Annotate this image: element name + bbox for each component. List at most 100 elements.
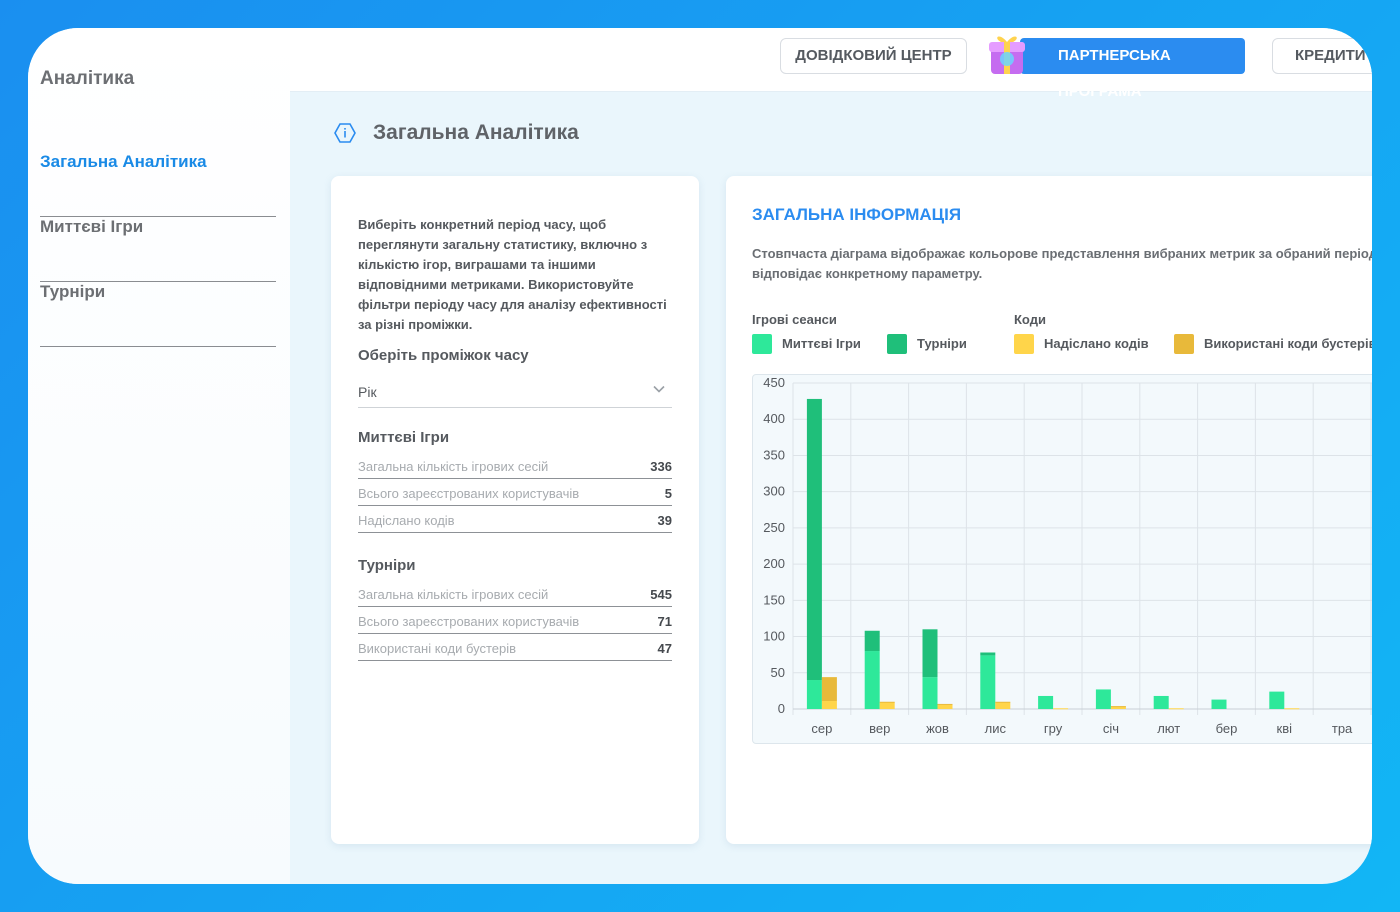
sidebar-item-label: Загальна Аналітика bbox=[40, 152, 207, 171]
page-title: Загальна Аналітика bbox=[373, 121, 579, 144]
bar bbox=[879, 702, 895, 709]
x-tick-label: гру bbox=[1044, 721, 1063, 736]
y-tick-label: 350 bbox=[763, 447, 785, 462]
y-tick-label: 400 bbox=[763, 411, 785, 426]
stats-description: Виберіть конкретний період часу, щоб пер… bbox=[358, 217, 667, 332]
bar bbox=[1110, 706, 1126, 709]
x-tick-label: тра bbox=[1332, 721, 1353, 736]
stat-value: 5 bbox=[664, 486, 672, 501]
sidebar-item-label: Турніри bbox=[40, 282, 106, 301]
y-tick-label: 100 bbox=[763, 629, 785, 644]
stat-value: 336 bbox=[650, 459, 672, 474]
bar bbox=[980, 655, 996, 709]
stat-row: Загальна кількість ігрових сесій 336 bbox=[358, 452, 672, 479]
bar-chart: 0 50 100 150 200 250 300 350 400 450 сер вер жов лис г… bbox=[763, 375, 1372, 736]
legend-label: Надіслано кодів bbox=[1044, 336, 1149, 351]
bar bbox=[995, 702, 1011, 709]
general-info-title: ЗАГАЛЬНА ІНФОРМАЦІЯ bbox=[752, 205, 962, 224]
x-tick-label: лис bbox=[985, 721, 1007, 736]
bar bbox=[821, 677, 837, 702]
x-tick-label: кві bbox=[1277, 721, 1293, 736]
credits-button[interactable]: КРЕДИТИ bbox=[1272, 38, 1372, 74]
stat-label: Загальна кількість ігрових сесій bbox=[358, 587, 549, 602]
legend-label: Миттєві Ігри bbox=[782, 336, 861, 351]
y-tick-label: 250 bbox=[763, 520, 785, 535]
x-tick-label: бер bbox=[1216, 721, 1238, 736]
bar bbox=[806, 398, 822, 681]
tournaments-title: Турніри bbox=[358, 557, 416, 574]
help-center-button[interactable]: ДОВІДКОВИЙ ЦЕНТР bbox=[780, 38, 967, 74]
x-tick-label: жов bbox=[926, 721, 949, 736]
stats-card: Виберіть конкретний період часу, щоб пер… bbox=[331, 176, 699, 844]
bar bbox=[980, 652, 996, 656]
stat-label: Всього зареєстрованих користувачів bbox=[358, 486, 580, 501]
sidebar-item-general-analytics[interactable]: Загальна Аналітика bbox=[40, 152, 276, 217]
legend-group-game-sessions: Ігрові сеанси bbox=[752, 312, 837, 327]
bar bbox=[1038, 695, 1054, 709]
bar bbox=[1053, 708, 1069, 710]
stat-value: 39 bbox=[657, 513, 672, 528]
partner-program-button[interactable]: ПАРТНЕРСЬКА ПРОГРАМА bbox=[1020, 38, 1245, 100]
stat-label: Надіслано кодів bbox=[358, 513, 455, 528]
y-tick-label: 150 bbox=[763, 592, 785, 607]
bar bbox=[1269, 691, 1285, 709]
period-select[interactable]: Рік bbox=[358, 372, 672, 408]
sidebar: Аналітика Загальна Аналітика Миттєві Ігр… bbox=[28, 28, 290, 884]
stat-label: Використані коди бустерів bbox=[358, 641, 517, 656]
legend-swatch bbox=[1174, 334, 1194, 354]
x-tick-label: січ bbox=[1103, 721, 1119, 736]
stat-label: Загальна кількість ігрових сесій bbox=[358, 459, 549, 474]
legend-label: Турніри bbox=[917, 336, 967, 351]
legend-swatch bbox=[887, 334, 907, 354]
stat-value: 47 bbox=[657, 641, 672, 656]
chevron-down-icon bbox=[653, 385, 665, 393]
topbar: ДОВІДКОВИЙ ЦЕНТР ПАРТНЕРСЬКА ПРОГРАМА КР… bbox=[290, 28, 1372, 100]
stat-value: 545 bbox=[650, 587, 672, 602]
general-info-description: Стовпчаста діаграма відображає кольорове… bbox=[752, 246, 1372, 281]
x-tick-label: лют bbox=[1157, 721, 1180, 736]
y-tick-label: 0 bbox=[778, 701, 785, 716]
sidebar-item-tournaments[interactable]: Турніри bbox=[40, 282, 276, 347]
app-frame: Аналітика Загальна Аналітика Миттєві Ігр… bbox=[28, 28, 1372, 884]
sidebar-title: Аналітика bbox=[40, 68, 135, 89]
x-tick-label: вер bbox=[869, 721, 890, 736]
chart-container: 0 50 100 150 200 250 300 350 400 450 сер вер жов лис г… bbox=[752, 374, 1372, 744]
stat-label: Всього зареєстрованих користувачів bbox=[358, 614, 580, 629]
period-select-value: Рік bbox=[358, 384, 377, 400]
legend-group-codes: Коди bbox=[1014, 312, 1046, 327]
y-tick-label: 50 bbox=[771, 665, 785, 680]
bar bbox=[1168, 708, 1184, 710]
sidebar-item-instant-games[interactable]: Миттєві Ігри bbox=[40, 217, 276, 282]
bar bbox=[821, 701, 837, 709]
legend-label: Використані коди бустерів bbox=[1204, 336, 1372, 351]
sidebar-item-label: Миттєві Ігри bbox=[40, 217, 144, 236]
stat-row: Використані коди бустерів 47 bbox=[358, 634, 672, 661]
bar bbox=[1211, 699, 1227, 709]
y-tick-label: 200 bbox=[763, 556, 785, 571]
legend-swatch bbox=[1014, 334, 1034, 354]
general-info-card: ЗАГАЛЬНА ІНФОРМАЦІЯ Стовпчаста діаграма … bbox=[726, 176, 1372, 844]
info-icon bbox=[334, 123, 356, 143]
stat-value: 71 bbox=[657, 614, 672, 629]
bar bbox=[806, 680, 822, 709]
bar bbox=[937, 704, 953, 709]
stat-row: Всього зареєстрованих користувачів 71 bbox=[358, 607, 672, 634]
x-tick-label: сер bbox=[811, 721, 832, 736]
bar bbox=[864, 630, 880, 652]
stat-row: Надіслано кодів 39 bbox=[358, 506, 672, 533]
stat-row: Загальна кількість ігрових сесій 545 bbox=[358, 580, 672, 607]
bar bbox=[864, 651, 880, 709]
y-tick-label: 450 bbox=[763, 375, 785, 390]
legend-swatch bbox=[752, 334, 772, 354]
bar bbox=[922, 629, 938, 678]
bar bbox=[1110, 706, 1126, 708]
bar bbox=[995, 701, 1011, 703]
bar bbox=[937, 703, 953, 705]
bar bbox=[922, 677, 938, 709]
gift-icon bbox=[989, 36, 1025, 74]
bar bbox=[879, 701, 895, 703]
y-tick-label: 300 bbox=[763, 484, 785, 499]
stat-row: Всього зареєстрованих користувачів 5 bbox=[358, 479, 672, 506]
bar bbox=[1284, 708, 1300, 710]
bar bbox=[1095, 689, 1111, 709]
